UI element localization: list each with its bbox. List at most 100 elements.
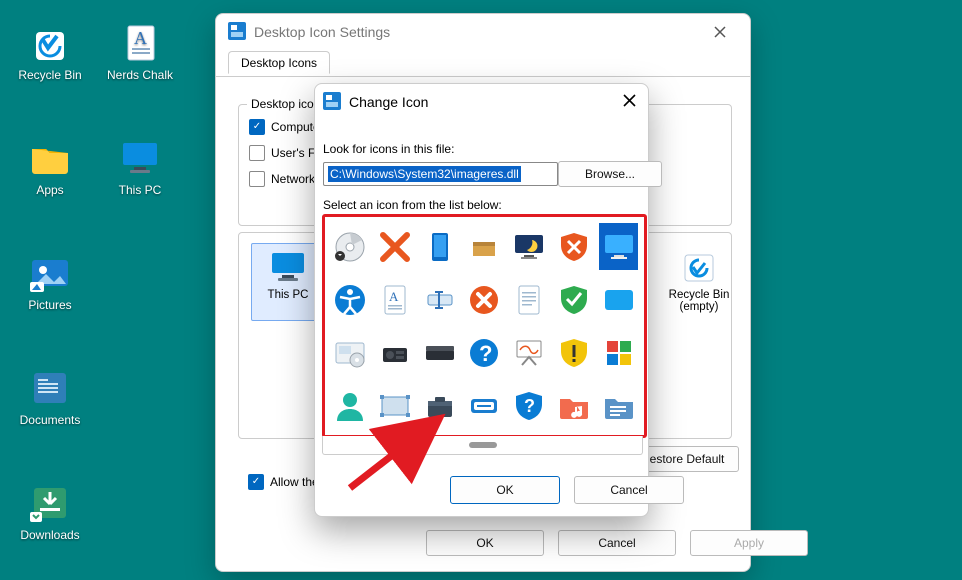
page-icon [512,283,546,317]
documents-icon [28,365,72,409]
shield-help-icon: ? [512,389,546,423]
icon-choice-run[interactable] [465,382,504,429]
apply-button[interactable]: Apply [690,530,808,556]
recycle-bin-icon [679,247,719,287]
text-doc-icon: A [118,20,162,64]
desktop-blue-icon [602,283,636,317]
icon-choice-shield-check[interactable] [555,276,594,323]
cd-icon [333,230,367,264]
icon-choice-x-circle[interactable] [465,276,504,323]
frame-icon [378,389,412,423]
icon-choice-monitor-sel[interactable] [599,223,638,270]
x-orange-icon [378,230,412,264]
ok-button[interactable]: OK [450,476,560,504]
tab-desktop-icons[interactable]: Desktop Icons [228,51,330,74]
desktop-icon-nerds-chalk[interactable]: A Nerds Chalk [100,20,180,82]
icon-choice-frame[interactable] [376,382,415,429]
icon-path-input[interactable]: C:\Windows\System32\imageres.dll [323,162,558,186]
desktop-icon-apps[interactable]: Apps [10,135,90,197]
dialog-title: Desktop Icon Settings [254,24,390,40]
ok-button[interactable]: OK [426,530,544,556]
icon-choice-user[interactable] [331,382,370,429]
icon-choice-page[interactable] [510,276,549,323]
media-drive-icon [333,336,367,370]
desktop-icon-label: Nerds Chalk [100,68,180,82]
browse-button[interactable]: Browse... [558,161,662,187]
monitor-icon [268,247,308,287]
icon-choice-folder-docs[interactable] [599,382,638,429]
check-network[interactable]: Network [249,171,315,187]
desktop-icon-label: This PC [100,183,180,197]
folder-music-icon [557,389,591,423]
icon-choice-shield-x[interactable] [555,223,594,270]
icon-choice-shield-help[interactable]: ? [510,382,549,429]
dialog-title: Change Icon [349,94,428,110]
close-button[interactable] [702,18,738,46]
icon-choice-folder-music[interactable] [555,382,594,429]
dialog-titlebar[interactable]: Change Icon [315,84,648,120]
icon-choice-tablet[interactable] [420,223,459,270]
cancel-button[interactable]: Cancel [558,530,676,556]
scrollbar-thumb[interactable] [469,442,497,448]
svg-text:A: A [389,289,399,304]
icon-choice-help[interactable]: ? [465,329,504,376]
help-icon: ? [467,336,501,370]
folder-docs-icon [602,389,636,423]
icon-choice-scanner[interactable] [420,329,459,376]
user-icon [333,389,367,423]
icon-choice-cd[interactable] [331,223,370,270]
desktop-icon-this-pc[interactable]: This PC [100,135,180,197]
desktop-icon-label: Apps [10,183,90,197]
dialog-titlebar[interactable]: Desktop Icon Settings [216,14,750,50]
icon-choice-shield-warn[interactable] [555,329,594,376]
desktop-icon-label: Downloads [10,528,90,542]
moon-monitor-icon [512,230,546,264]
shield-warn-icon [557,336,591,370]
desktop-icon-label: Documents [10,413,90,427]
icon-choice-accessibility[interactable] [331,276,370,323]
check-computer[interactable]: Computer [249,119,324,135]
shield-x-icon [557,230,591,264]
cancel-button[interactable]: Cancel [574,476,684,504]
icon-choice-media-drive[interactable] [331,329,370,376]
run-icon [467,389,501,423]
accessibility-icon [333,283,367,317]
horizontal-scrollbar[interactable] [322,436,643,455]
dialog-button-row: OK Cancel [450,476,684,504]
well-icon-this-pc[interactable]: This PC [253,247,323,301]
icon-choice-text-cursor[interactable] [420,276,459,323]
desktop-icon-label: Pictures [10,298,90,312]
icon-list-grid: A?? [325,217,644,435]
pictures-icon [28,250,72,294]
icon-choice-hifi[interactable] [376,329,415,376]
checkbox-icon [249,145,265,161]
briefcase-icon [423,389,457,423]
icon-choice-page-a[interactable]: A [376,276,415,323]
well-icon-recycle-bin-empty[interactable]: Recycle Bin (empty) [659,247,739,313]
close-button[interactable] [623,94,636,110]
desktop-icon-pictures[interactable]: Pictures [10,250,90,312]
desktop-icon-recycle-bin[interactable]: Recycle Bin [10,20,90,82]
icon-choice-moon-monitor[interactable] [510,223,549,270]
hifi-icon [378,336,412,370]
change-icon-dialog: Change Icon Look for icons in this file:… [314,83,649,517]
svg-text:?: ? [479,341,492,366]
icon-choice-briefcase[interactable] [420,382,459,429]
svg-text:A: A [134,28,147,48]
x-circle-icon [467,283,501,317]
desktop-icon-documents[interactable]: Documents [10,365,90,427]
desktop: Recycle Bin Apps Pictures Documents Down… [0,0,962,580]
checkbox-icon [249,171,265,187]
icon-choice-desktop-blue[interactable] [599,276,638,323]
icon-choice-whiteboard[interactable] [510,329,549,376]
shield-check-icon [557,283,591,317]
monitor-icon [118,135,162,179]
icon-choice-x-orange[interactable] [376,223,415,270]
app-icon [323,92,341,113]
icon-list[interactable]: A?? [322,214,647,438]
icon-choice-box[interactable] [465,223,504,270]
checkbox-icon [249,119,265,135]
icon-choice-blocks[interactable] [599,329,638,376]
text-cursor-icon [423,283,457,317]
desktop-icon-downloads[interactable]: Downloads [10,480,90,542]
